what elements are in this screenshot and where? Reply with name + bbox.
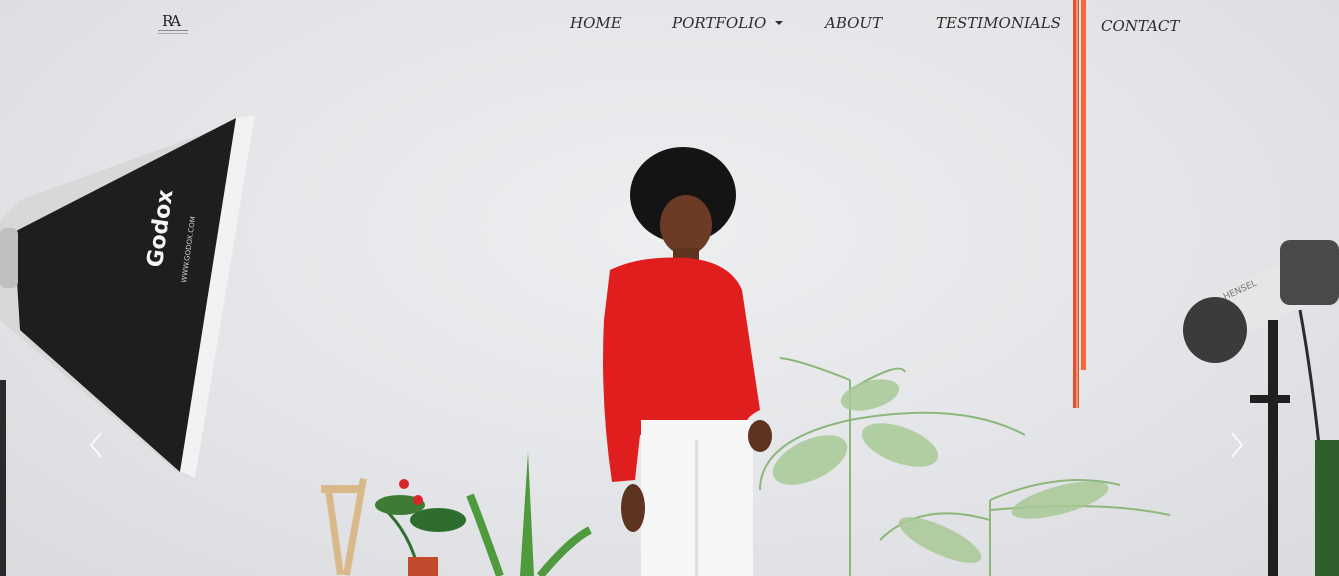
- chair-illustration: [321, 478, 367, 576]
- carousel-prev-button[interactable]: [88, 431, 104, 459]
- chevron-left-icon: [89, 432, 102, 458]
- nav-home-link[interactable]: HOME: [570, 14, 622, 32]
- led-strip-illustration: [1073, 0, 1086, 408]
- nav-contact-link[interactable]: CONTACT: [1101, 17, 1179, 35]
- nav-testimonials-link[interactable]: TESTIMONIALS: [936, 14, 1061, 32]
- carousel-next-button[interactable]: [1229, 431, 1245, 459]
- main-navbar: RA HOME PORTFOLIO ABOUT TESTIMONIALS CON…: [0, 0, 1339, 50]
- hero-carousel-slide: Godox WWW.GODOX.COM HENSEL RA HOME PORTF…: [0, 0, 1339, 576]
- logo-underline: [158, 30, 188, 34]
- studio-photo: Godox WWW.GODOX.COM HENSEL: [0, 0, 1339, 576]
- logo-mark: RA: [162, 12, 181, 30]
- plants-illustration: [375, 357, 1171, 576]
- chevron-right-icon: [1231, 432, 1244, 458]
- caret-down-icon: [775, 21, 784, 25]
- nav-portfolio-label: PORTFOLIO: [672, 14, 767, 32]
- site-logo[interactable]: RA: [158, 10, 188, 38]
- softbox-illustration: Godox WWW.GODOX.COM: [0, 115, 255, 576]
- nav-portfolio-dropdown[interactable]: PORTFOLIO: [672, 14, 784, 32]
- nav-about-link[interactable]: ABOUT: [825, 14, 882, 32]
- model-illustration: [603, 147, 772, 576]
